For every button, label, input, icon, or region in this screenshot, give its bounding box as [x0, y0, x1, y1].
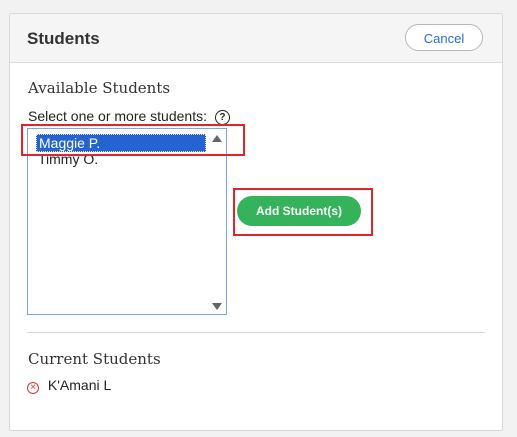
current-student-item: × K'Amani L — [27, 377, 111, 394]
cancel-button[interactable]: Cancel — [405, 24, 483, 51]
divider — [27, 332, 485, 333]
highlight-box-add-button — [233, 188, 373, 236]
available-students-listbox[interactable]: Maggie P. Timmy O. — [27, 128, 227, 315]
scroll-down-arrow-icon[interactable] — [212, 303, 222, 310]
help-icon[interactable]: ? — [214, 110, 230, 125]
current-students-title: Current Students — [28, 350, 161, 368]
panel-header: Students Cancel — [10, 14, 502, 63]
page-title: Students — [27, 29, 100, 48]
remove-icon[interactable]: × — [27, 382, 39, 394]
select-hint-label: Select one or more students: — [28, 108, 207, 124]
available-students-title: Available Students — [28, 79, 171, 97]
current-student-name: K'Amani L — [47, 377, 112, 393]
students-panel: Students Cancel Available Students Selec… — [9, 13, 503, 431]
select-hint: Select one or more students: ? — [28, 108, 230, 125]
highlight-box-selected-student — [21, 124, 245, 156]
